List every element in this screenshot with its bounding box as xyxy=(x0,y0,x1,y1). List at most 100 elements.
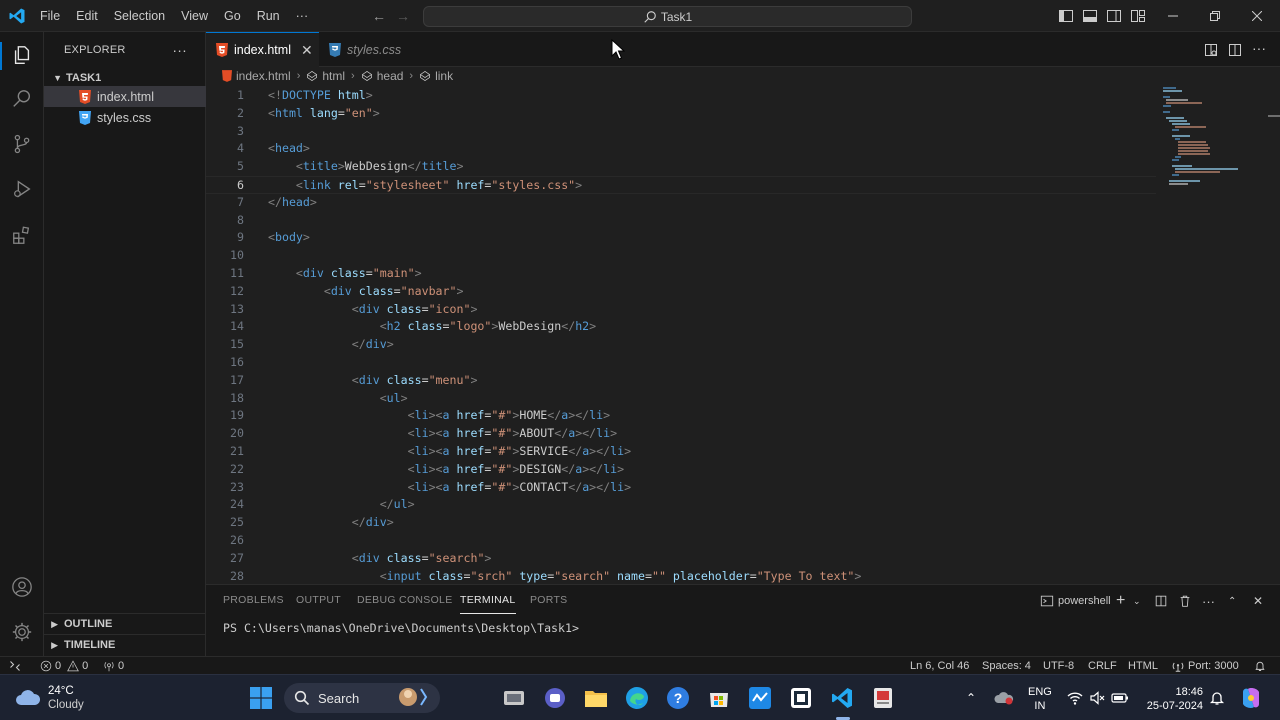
timeline-section[interactable]: ▶ TIMELINE xyxy=(44,634,206,655)
edge-browser-icon[interactable] xyxy=(623,684,651,712)
tab-ports[interactable]: PORTS xyxy=(530,585,567,615)
code-line[interactable]: 20 <li><a href="#">ABOUT</a></li> xyxy=(206,425,1156,443)
tab-index-html[interactable]: index.html ✕ xyxy=(206,32,319,67)
tab-output[interactable]: OUTPUT xyxy=(296,585,341,615)
task-view-icon[interactable] xyxy=(500,684,528,712)
breadcrumb-html[interactable]: html xyxy=(306,69,345,83)
battery-icon[interactable] xyxy=(1111,690,1129,706)
input-language[interactable]: ENG IN xyxy=(1028,685,1052,713)
menu-selection[interactable]: Selection xyxy=(106,0,173,32)
minimap[interactable] xyxy=(1160,85,1270,205)
menu-view[interactable]: View xyxy=(173,0,216,32)
code-editor[interactable]: 1 <!DOCTYPE html> 2 <html lang="en"> 3 4 <head… xyxy=(206,85,1280,584)
menu-file[interactable]: File xyxy=(32,0,68,32)
ports-status[interactable]: 0 xyxy=(103,657,124,675)
code-line[interactable]: 9 <body> xyxy=(206,229,1156,247)
notifications-bell-icon[interactable] xyxy=(1254,657,1266,675)
code-line[interactable]: 4 <head> xyxy=(206,140,1156,158)
code-line[interactable]: 21 <li><a href="#">SERVICE</a></li> xyxy=(206,443,1156,461)
code-line[interactable]: 2 <html lang="en"> xyxy=(206,105,1156,123)
tab-debug-console[interactable]: DEBUG CONSOLE xyxy=(357,585,453,615)
app-icon-red[interactable] xyxy=(869,684,897,712)
code-line[interactable]: 13 <div class="icon"> xyxy=(206,301,1156,319)
close-tab-icon[interactable]: ✕ xyxy=(301,42,313,59)
wifi-icon[interactable] xyxy=(1067,690,1083,706)
code-line[interactable]: 3 xyxy=(206,123,1156,141)
weather-widget[interactable]: 24°C Cloudy xyxy=(14,675,84,720)
trash-icon[interactable] xyxy=(1178,593,1192,609)
menu-edit[interactable]: Edit xyxy=(68,0,106,32)
file-explorer-icon[interactable] xyxy=(582,684,610,712)
code-line[interactable]: 22 <li><a href="#">DESIGN</a></li> xyxy=(206,461,1156,479)
notification-bell-icon[interactable] xyxy=(1209,690,1225,706)
chevron-down-icon[interactable]: ⌄ xyxy=(1133,593,1141,609)
breadcrumb-link[interactable]: link xyxy=(419,69,453,83)
code-line[interactable]: 7 </head> xyxy=(206,194,1156,212)
editor-scrollbar[interactable] xyxy=(1268,115,1280,117)
minimize-button[interactable] xyxy=(1150,0,1196,32)
command-center[interactable]: Task1 xyxy=(423,6,912,27)
new-terminal-icon[interactable]: + xyxy=(1116,592,1125,609)
open-preview-icon[interactable] xyxy=(1203,42,1219,58)
panel-more-icon[interactable]: ··· xyxy=(1202,593,1215,609)
app-icon-blue[interactable] xyxy=(746,684,774,712)
code-line[interactable]: 28 <input class="srch" type="search" nam… xyxy=(206,568,1156,584)
code-line[interactable]: 17 <div class="menu"> xyxy=(206,372,1156,390)
split-editor-icon[interactable] xyxy=(1227,42,1243,58)
code-line[interactable]: 16 xyxy=(206,354,1156,372)
code-line[interactable]: 5 <title>WebDesign</title> xyxy=(206,158,1156,176)
code-line[interactable]: 6 <link rel="stylesheet" href="styles.cs… xyxy=(206,176,1156,194)
outline-section[interactable]: ▶ OUTLINE xyxy=(44,613,206,634)
onedrive-icon[interactable] xyxy=(994,690,1014,706)
vscode-logo-icon[interactable] xyxy=(8,7,26,25)
search-icon[interactable] xyxy=(8,85,36,113)
copilot-icon[interactable] xyxy=(1239,686,1263,710)
breadcrumb-file[interactable]: index.html xyxy=(222,69,291,83)
code-line[interactable]: 23 <li><a href="#">CONTACT</a></li> xyxy=(206,479,1156,497)
code-line[interactable]: 26 xyxy=(206,532,1156,550)
tab-styles-css[interactable]: styles.css xyxy=(319,32,414,67)
teams-chat-icon[interactable] xyxy=(541,684,569,712)
more-actions-icon[interactable]: ··· xyxy=(172,42,187,58)
code-line[interactable]: 8 xyxy=(206,212,1156,230)
live-server-port[interactable]: Port: 3000 xyxy=(1172,657,1239,675)
menu-run[interactable]: Run xyxy=(249,0,288,32)
code-line[interactable]: 27 <div class="search"> xyxy=(206,550,1156,568)
encoding[interactable]: UTF-8 xyxy=(1043,657,1074,675)
code-line[interactable]: 25 </div> xyxy=(206,514,1156,532)
code-line[interactable]: 12 <div class="navbar"> xyxy=(206,283,1156,301)
maximize-panel-icon[interactable]: ⌃ xyxy=(1228,593,1236,609)
extensions-icon[interactable] xyxy=(8,221,36,249)
tab-terminal[interactable]: TERMINAL xyxy=(460,586,516,614)
tab-problems[interactable]: PROBLEMS xyxy=(223,585,284,615)
menu-go[interactable]: Go xyxy=(216,0,249,32)
run-debug-icon[interactable] xyxy=(8,175,36,203)
language-mode[interactable]: HTML xyxy=(1128,657,1158,675)
file-item-styles-css[interactable]: styles.css xyxy=(44,107,206,128)
code-line[interactable]: 24 </ul> xyxy=(206,496,1156,514)
breadcrumb-head[interactable]: head xyxy=(361,69,403,83)
split-terminal-icon[interactable] xyxy=(1154,593,1168,609)
restore-button[interactable] xyxy=(1192,0,1238,32)
close-window-button[interactable] xyxy=(1234,0,1280,32)
toggle-secondary-sidebar-icon[interactable] xyxy=(1106,8,1122,24)
problems-status[interactable]: 0 0 xyxy=(40,657,88,675)
windows-start-icon[interactable] xyxy=(250,687,272,709)
close-panel-icon[interactable]: ✕ xyxy=(1253,593,1263,609)
file-item-index-html[interactable]: index.html xyxy=(44,86,206,107)
code-line[interactable]: 14 <h2 class="logo">WebDesign</h2> xyxy=(206,318,1156,336)
code-line[interactable]: 15 </div> xyxy=(206,336,1156,354)
code-line[interactable]: 11 <div class="main"> xyxy=(206,265,1156,283)
code-line[interactable]: 18 <ul> xyxy=(206,390,1156,408)
back-arrow-icon[interactable]: ← xyxy=(371,8,387,24)
editor-more-actions-icon[interactable]: ··· xyxy=(1252,40,1266,56)
end-of-line[interactable]: CRLF xyxy=(1088,657,1117,675)
menu-more[interactable]: ··· xyxy=(288,0,317,32)
terminal-prompt[interactable]: PS C:\Users\manas\OneDrive\Documents\Des… xyxy=(223,621,579,635)
explorer-icon[interactable] xyxy=(8,41,36,69)
taskbar-search[interactable]: Search xyxy=(284,683,440,713)
microsoft-store-icon[interactable] xyxy=(705,684,733,712)
system-clock[interactable]: 18:46 25-07-2024 xyxy=(1147,685,1203,713)
volume-muted-icon[interactable] xyxy=(1089,690,1105,706)
code-line[interactable]: 1 <!DOCTYPE html> xyxy=(206,87,1156,105)
